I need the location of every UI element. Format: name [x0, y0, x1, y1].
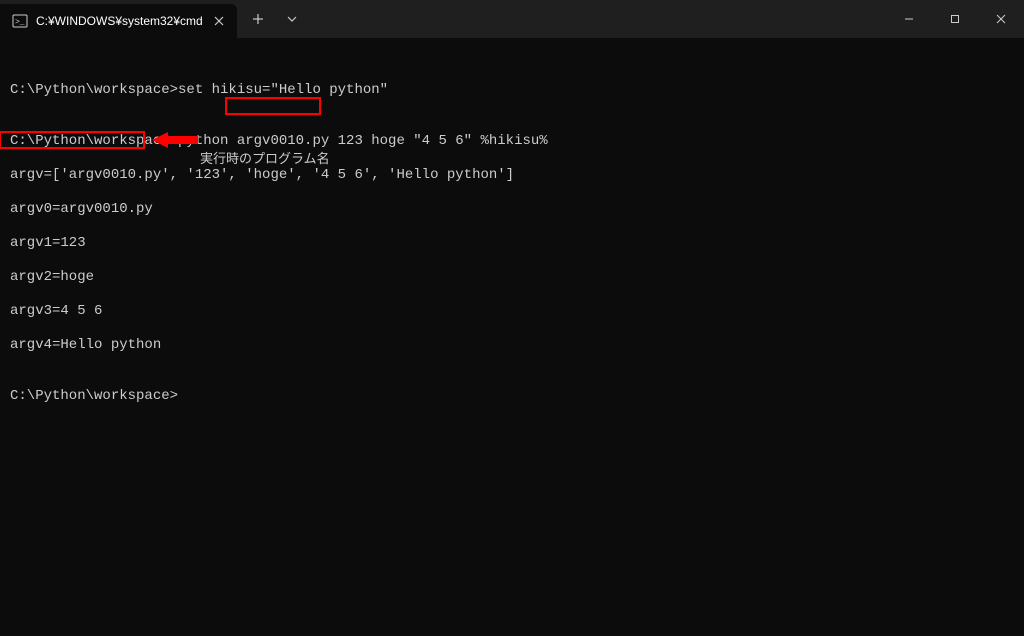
terminal-line: C:\Python\workspace>python argv0010.py 1… [10, 133, 1014, 150]
minimize-button[interactable] [886, 0, 932, 38]
window-controls [886, 0, 1024, 38]
close-button[interactable] [978, 0, 1024, 38]
terminal-line: C:\Python\workspace> [10, 388, 1014, 405]
tab-actions [241, 0, 309, 38]
titlebar: >_ C:¥WINDOWS¥system32¥cmd [0, 0, 1024, 38]
terminal-line: argv4=Hello python [10, 337, 1014, 354]
terminal-tab[interactable]: >_ C:¥WINDOWS¥system32¥cmd [0, 4, 237, 38]
terminal-line: argv0=argv0010.py [10, 201, 1014, 218]
terminal-line: argv3=4 5 6 [10, 303, 1014, 320]
cmd-icon: >_ [12, 13, 28, 29]
highlight-box-script-arg [225, 97, 321, 115]
annotation-label: 実行時のプログラム名 [200, 150, 330, 167]
terminal-line: argv1=123 [10, 235, 1014, 252]
tab-dropdown-button[interactable] [275, 2, 309, 36]
terminal-output[interactable]: C:\Python\workspace>set hikisu="Hello py… [0, 38, 1024, 636]
terminal-line: argv2=hoge [10, 269, 1014, 286]
maximize-button[interactable] [932, 0, 978, 38]
terminal-line: C:\Python\workspace>set hikisu="Hello py… [10, 82, 1014, 99]
tab-close-button[interactable] [211, 13, 227, 29]
svg-text:>_: >_ [15, 18, 25, 27]
tab-title: C:¥WINDOWS¥system32¥cmd [36, 14, 203, 28]
terminal-line: argv=['argv0010.py', '123', 'hoge', '4 5… [10, 167, 1014, 184]
new-tab-button[interactable] [241, 2, 275, 36]
